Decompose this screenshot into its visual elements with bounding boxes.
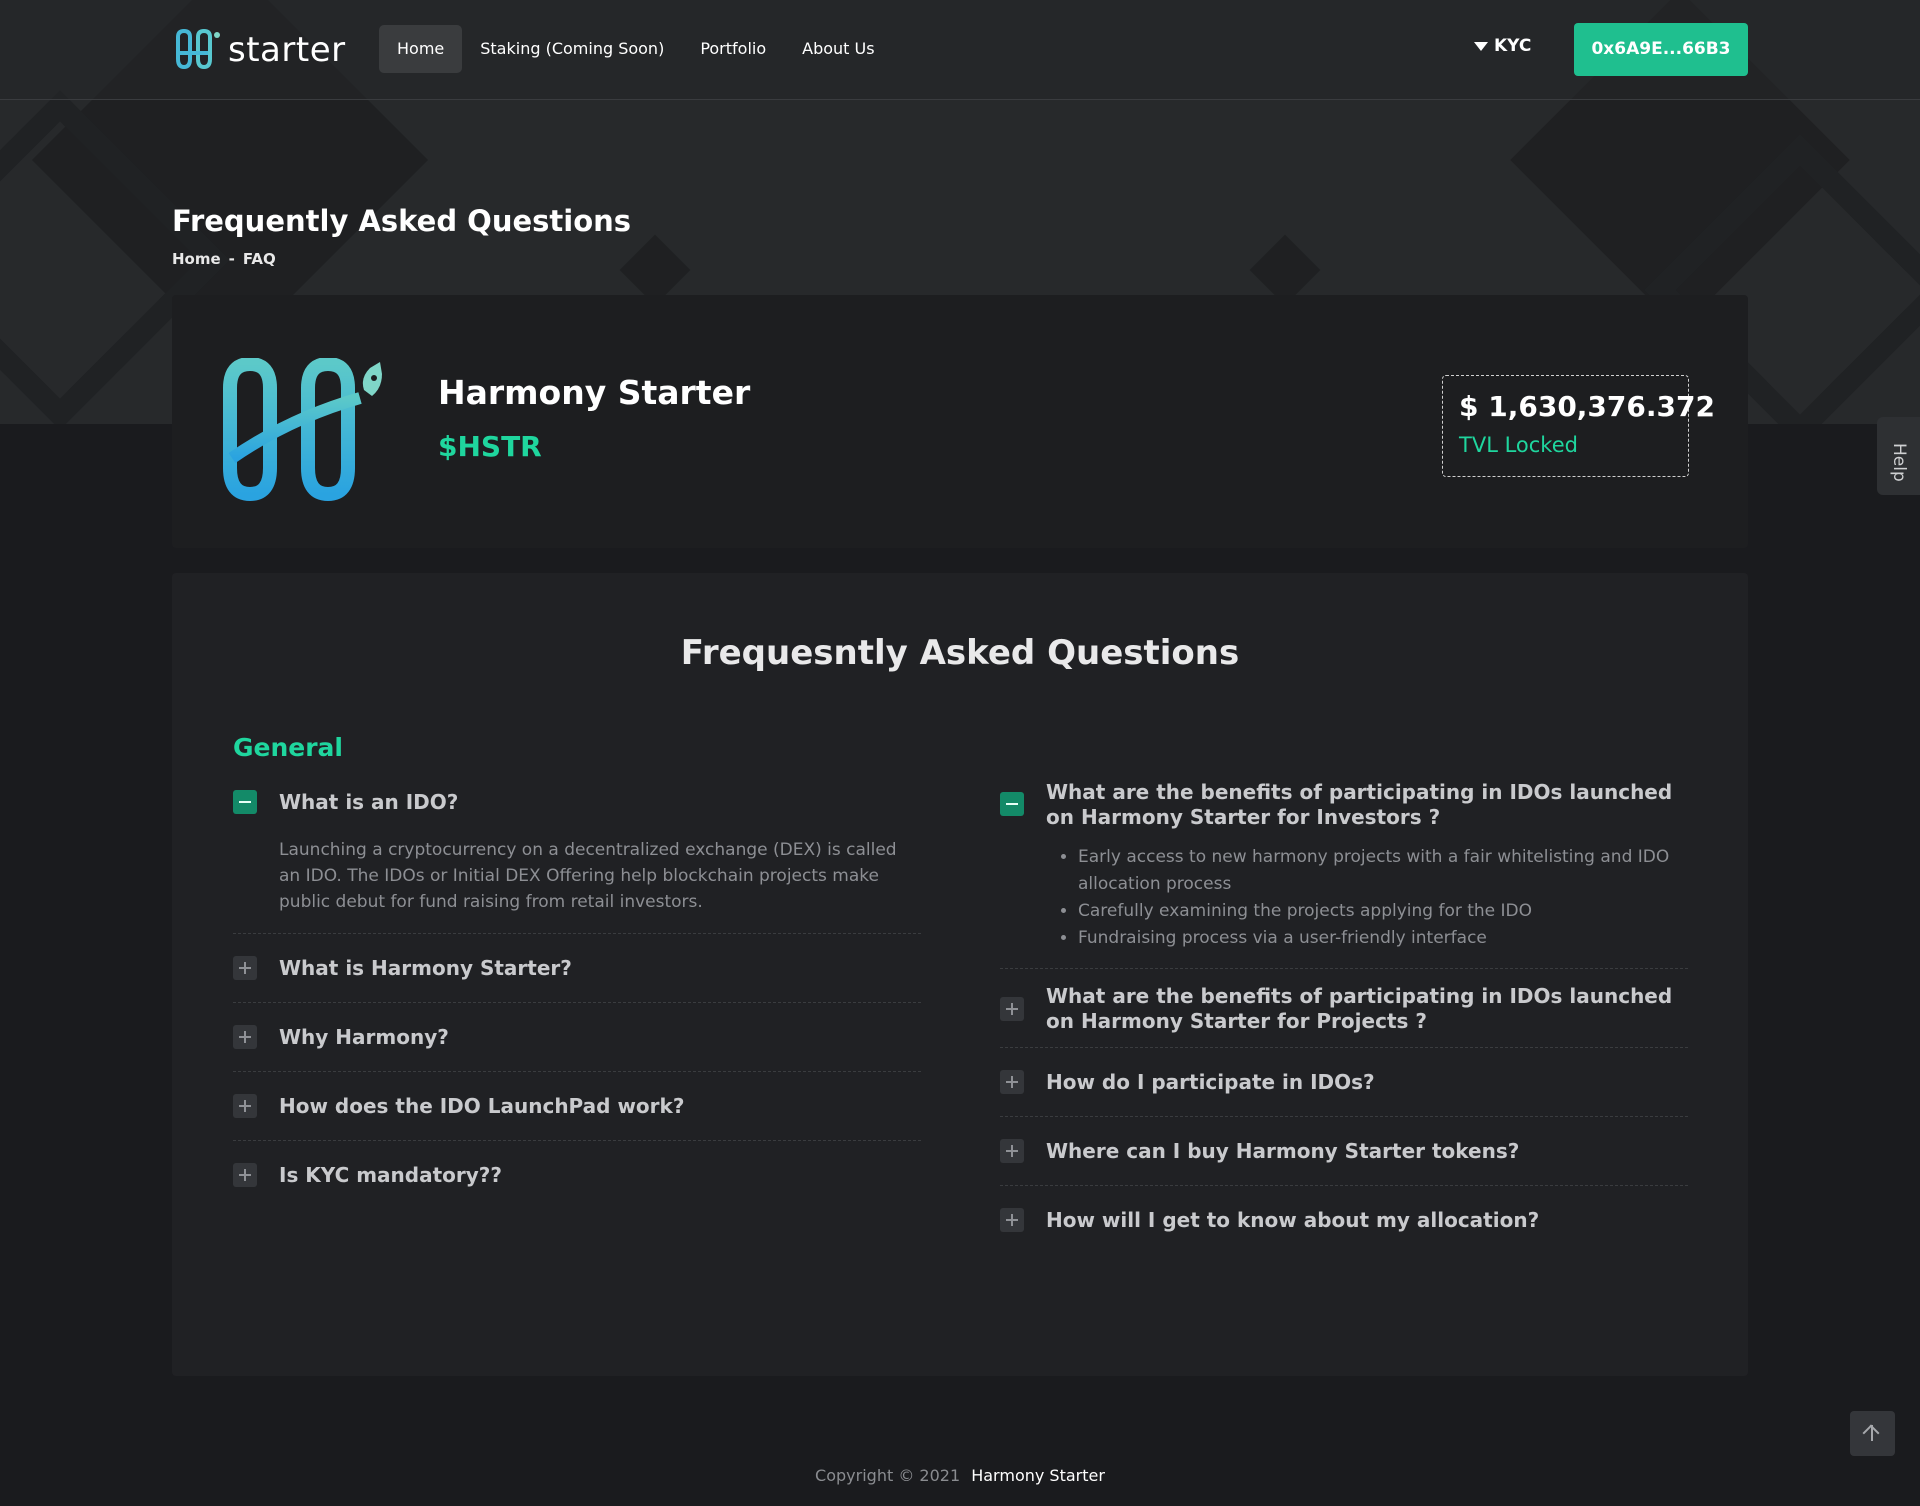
faq-question-text: Is KYC mandatory?? xyxy=(279,1163,503,1187)
faq-question[interactable]: How will I get to know about my allocati… xyxy=(1000,1208,1688,1233)
faq-item: What are the benefits of participating i… xyxy=(1000,780,1688,969)
project-ticker: $HSTR xyxy=(438,430,542,463)
breadcrumb-current: FAQ xyxy=(242,250,276,268)
faq-item: How does the IDO LaunchPad work? xyxy=(233,1072,921,1141)
nav-link-staking[interactable]: Staking (Coming Soon) xyxy=(462,25,682,73)
faq-question-text: What are the benefits of participating i… xyxy=(1046,780,1673,829)
faq-question[interactable]: Why Harmony? xyxy=(233,1025,921,1050)
nav-link-portfolio[interactable]: Portfolio xyxy=(682,25,784,73)
wallet-address-button[interactable]: 0x6A9E...66B3 xyxy=(1574,23,1748,76)
kyc-label: KYC xyxy=(1494,36,1532,56)
tvl-box: $ 1,630,376.372 TVL Locked xyxy=(1442,375,1715,477)
faq-question-text: How will I get to know about my allocati… xyxy=(1046,1208,1540,1232)
faq-question[interactable]: What are the benefits of participating i… xyxy=(1000,984,1688,1034)
plus-icon[interactable] xyxy=(233,1094,257,1118)
minus-icon[interactable] xyxy=(233,790,257,814)
faq-answer-bullet: Fundraising process via a user-friendly … xyxy=(1078,925,1688,952)
plus-icon[interactable] xyxy=(233,1025,257,1049)
funnel-icon xyxy=(1474,41,1488,51)
plus-icon[interactable] xyxy=(1000,1208,1024,1232)
faq-item: Why Harmony? xyxy=(233,1003,921,1072)
help-tab[interactable]: Help xyxy=(1877,417,1920,495)
footer-copyright: Copyright © 2021 xyxy=(815,1466,961,1485)
faq-item: How will I get to know about my allocati… xyxy=(1000,1186,1688,1254)
faq-question[interactable]: How does the IDO LaunchPad work? xyxy=(233,1094,921,1119)
faq-column-right: What are the benefits of participating i… xyxy=(1000,780,1688,1254)
rocket-icon xyxy=(362,362,382,396)
faq-question-text: How do I participate in IDOs? xyxy=(1046,1070,1375,1094)
tvl-label: TVL Locked xyxy=(1459,433,1578,457)
logo-icon xyxy=(176,29,220,70)
nav-link-home[interactable]: Home xyxy=(379,25,463,73)
footer-brand[interactable]: Harmony Starter xyxy=(971,1466,1105,1485)
faq-answer-bullet: Early access to new harmony projects wit… xyxy=(1078,844,1688,898)
faq-question-text: Why Harmony? xyxy=(279,1025,449,1049)
faq-column-left: What is an IDO? Launching a cryptocurren… xyxy=(233,790,921,1209)
site-logo[interactable]: starter xyxy=(172,28,346,72)
faq-question[interactable]: Where can I buy Harmony Starter tokens? xyxy=(1000,1139,1688,1164)
top-navbar: starter Home Staking (Coming Soon) Portf… xyxy=(0,0,1920,100)
tvl-amount: $ 1,630,376.372 xyxy=(1459,390,1715,423)
faq-question-text: What are the benefits of participating i… xyxy=(1046,984,1673,1033)
faq-question-text: What is an IDO? xyxy=(279,790,459,814)
faq-question[interactable]: What is Harmony Starter? xyxy=(233,956,921,981)
breadcrumb: Home - FAQ xyxy=(172,250,276,268)
plus-icon[interactable] xyxy=(1000,997,1024,1021)
nav-link-about[interactable]: About Us xyxy=(784,25,892,73)
faq-heading: Frequesntly Asked Questions xyxy=(680,633,1240,673)
faq-question-text: What is Harmony Starter? xyxy=(279,956,572,980)
faq-item: What is an IDO? Launching a cryptocurren… xyxy=(233,790,921,934)
plus-icon[interactable] xyxy=(233,1163,257,1187)
faq-item: How do I participate in IDOs? xyxy=(1000,1048,1688,1117)
faq-answer: Launching a cryptocurrency on a decentra… xyxy=(279,840,897,912)
faq-answer: Early access to new harmony projects wit… xyxy=(1000,844,1688,952)
harmony-starter-logo xyxy=(223,358,382,502)
faq-section: Frequesntly Asked Questions General What… xyxy=(172,573,1748,1376)
faq-item: What is Harmony Starter? xyxy=(233,934,921,1003)
faq-question[interactable]: What is an IDO? xyxy=(233,790,921,815)
project-name: Harmony Starter xyxy=(438,373,751,412)
faq-item: What are the benefits of participating i… xyxy=(1000,969,1688,1048)
plus-icon[interactable] xyxy=(233,956,257,980)
plus-icon[interactable] xyxy=(1000,1070,1024,1094)
breadcrumb-separator: - xyxy=(228,250,235,268)
faq-answer-list: Early access to new harmony projects wit… xyxy=(1046,844,1688,952)
plus-icon[interactable] xyxy=(1000,1139,1024,1163)
faq-category: General xyxy=(233,733,343,762)
faq-question-text: Where can I buy Harmony Starter tokens? xyxy=(1046,1139,1520,1163)
faq-question[interactable]: What are the benefits of participating i… xyxy=(1000,780,1688,830)
kyc-link[interactable]: KYC xyxy=(1474,36,1531,56)
project-card: Harmony Starter $HSTR $ 1,630,376.372 TV… xyxy=(172,295,1748,548)
faq-question[interactable]: How do I participate in IDOs? xyxy=(1000,1070,1688,1095)
arrow-up-icon[interactable] xyxy=(1850,1411,1895,1456)
faq-question[interactable]: Is KYC mandatory?? xyxy=(233,1163,921,1188)
page-title: Frequently Asked Questions xyxy=(172,204,632,238)
logo-text: starter xyxy=(228,30,346,70)
minus-icon[interactable] xyxy=(1000,792,1024,816)
help-label: Help xyxy=(1889,443,1909,482)
faq-item: Where can I buy Harmony Starter tokens? xyxy=(1000,1117,1688,1186)
faq-item: Is KYC mandatory?? xyxy=(233,1141,921,1209)
faq-question-text: How does the IDO LaunchPad work? xyxy=(279,1094,685,1118)
main-nav: Home Staking (Coming Soon) Portfolio Abo… xyxy=(379,25,893,73)
faq-answer-bullet: Carefully examining the projects applyin… xyxy=(1078,898,1688,925)
breadcrumb-home[interactable]: Home xyxy=(172,250,221,268)
footer: Copyright © 2021 Harmony Starter xyxy=(0,1466,1920,1485)
